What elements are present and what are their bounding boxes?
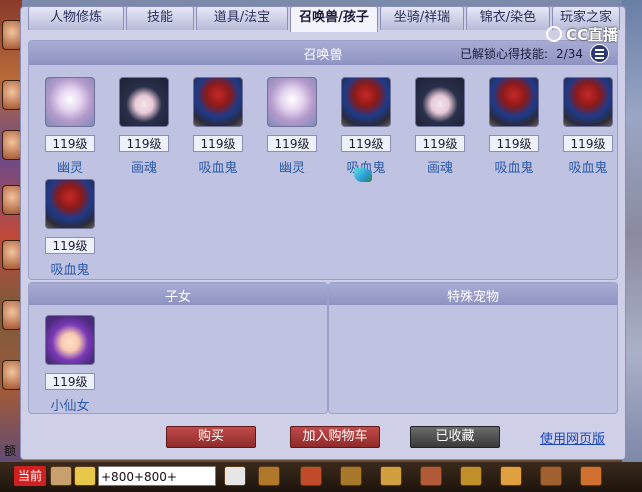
- microphone-icon[interactable]: [50, 466, 72, 486]
- unlock-value: 2/34: [556, 47, 583, 61]
- tab-bar: 人物修炼 技能 道具/法宝 召唤兽/孩子 坐骑/祥瑞 锦衣/染色 玩家之家: [22, 6, 622, 32]
- pet-name: 画魂: [426, 161, 453, 176]
- favorited-button[interactable]: 已收藏: [410, 426, 500, 448]
- pet-card[interactable]: 119级 吸血鬼: [31, 179, 105, 279]
- pet-level: 119级: [267, 135, 317, 152]
- special-pets-title: 特殊宠物: [446, 290, 499, 305]
- pet-name: 吸血鬼: [568, 161, 608, 176]
- pet-level: 119级: [415, 135, 465, 152]
- card-icon[interactable]: [224, 466, 246, 486]
- pet-card[interactable]: 119级 吸血鬼: [179, 77, 253, 177]
- item-icon[interactable]: [460, 466, 482, 486]
- pet-name: 画魂: [130, 161, 157, 176]
- channel-current-button[interactable]: 当前: [14, 466, 47, 486]
- tab-mounts[interactable]: 坐骑/祥瑞: [380, 6, 464, 30]
- cc-logo-icon: [546, 26, 562, 42]
- avatar: [2, 20, 22, 50]
- unlock-label: 已解锁心得技能:: [460, 47, 549, 61]
- fairy-icon: [45, 315, 95, 365]
- avatar: [2, 130, 22, 160]
- cursor-icon: [354, 168, 372, 182]
- child-name: 小仙女: [50, 399, 90, 414]
- painter-icon: [119, 77, 169, 127]
- unlock-status: 已解锁心得技能: 2/34: [452, 45, 583, 62]
- avatar: [2, 80, 22, 110]
- pet-card[interactable]: 119级 幽灵: [31, 77, 105, 177]
- pet-name: 幽灵: [56, 161, 83, 176]
- tab-items[interactable]: 道具/法宝: [196, 6, 288, 30]
- cc-watermark: CC直播: [566, 26, 619, 44]
- avatar: [2, 360, 22, 390]
- item-icon[interactable]: [500, 466, 522, 486]
- avatar: [2, 240, 22, 270]
- pet-level: 119级: [563, 135, 613, 152]
- item-icon[interactable]: [340, 466, 362, 486]
- list-icon[interactable]: [590, 44, 609, 63]
- tab-summons[interactable]: 召唤兽/孩子: [290, 6, 378, 32]
- child-card[interactable]: 119级 小仙女: [31, 315, 105, 415]
- vampire-icon: [193, 77, 243, 127]
- pet-level: 119级: [193, 135, 243, 152]
- game-bottom-bar: 当前 +800+800+: [0, 462, 642, 492]
- item-icon[interactable]: [420, 466, 442, 486]
- item-icon[interactable]: [258, 466, 280, 486]
- item-icon[interactable]: [300, 466, 322, 486]
- pet-name: 吸血鬼: [50, 263, 90, 278]
- left-character-strip: [0, 0, 22, 470]
- tab-skills[interactable]: 技能: [126, 6, 194, 30]
- child-level: 119级: [45, 373, 95, 390]
- vampire-icon: [45, 179, 95, 229]
- pet-card[interactable]: 119级 吸血鬼: [327, 77, 401, 177]
- vampire-icon: [563, 77, 613, 127]
- special-pets-header: 特殊宠物: [329, 283, 617, 305]
- pet-card[interactable]: 119级 吸血鬼: [475, 77, 549, 177]
- pet-level: 119级: [45, 237, 95, 254]
- special-pets-panel: 特殊宠物: [328, 282, 618, 414]
- avatar: [2, 185, 22, 215]
- children-panel: 子女 119级 小仙女: [28, 282, 328, 414]
- pet-name: 吸血鬼: [494, 161, 534, 176]
- ghost-icon: [45, 77, 95, 127]
- vampire-icon: [489, 77, 539, 127]
- children-title: 子女: [164, 290, 191, 305]
- pet-level: 119级: [119, 135, 169, 152]
- tab-cultivation[interactable]: 人物修炼: [28, 6, 124, 30]
- item-icon[interactable]: [380, 466, 402, 486]
- avatar: [2, 300, 22, 330]
- pet-card[interactable]: 119级 幽灵: [253, 77, 327, 177]
- pet-name: 幽灵: [278, 161, 305, 176]
- tab-outfits[interactable]: 锦衣/染色: [466, 6, 550, 30]
- pet-level: 119级: [341, 135, 391, 152]
- pet-level: 119级: [45, 135, 95, 152]
- painter-icon: [415, 77, 465, 127]
- summons-header: 召唤兽 已解锁心得技能: 2/34: [29, 41, 617, 65]
- chat-input[interactable]: +800+800+: [98, 466, 216, 486]
- ghost-icon: [267, 77, 317, 127]
- summons-panel: 召唤兽 已解锁心得技能: 2/34 119级 幽灵 119级 画魂 119级 吸血…: [28, 40, 618, 280]
- children-header: 子女: [29, 283, 327, 305]
- pet-name: 吸血鬼: [198, 161, 238, 176]
- buy-button[interactable]: 购买: [166, 426, 256, 448]
- item-icon[interactable]: [540, 466, 562, 486]
- emoji-icon[interactable]: [74, 466, 96, 486]
- item-icon[interactable]: [580, 466, 602, 486]
- vampire-icon: [341, 77, 391, 127]
- pet-card[interactable]: 119级 吸血鬼: [549, 77, 623, 177]
- web-version-link[interactable]: 使用网页版: [540, 428, 605, 447]
- pet-card[interactable]: 119级 画魂: [105, 77, 179, 177]
- action-bar: 购买 加入购物车 已收藏 使用网页版: [20, 414, 624, 458]
- pet-card[interactable]: 119级 画魂: [401, 77, 475, 177]
- stray-text: 额: [4, 444, 17, 458]
- pet-level: 119级: [489, 135, 539, 152]
- add-to-cart-button[interactable]: 加入购物车: [290, 426, 380, 448]
